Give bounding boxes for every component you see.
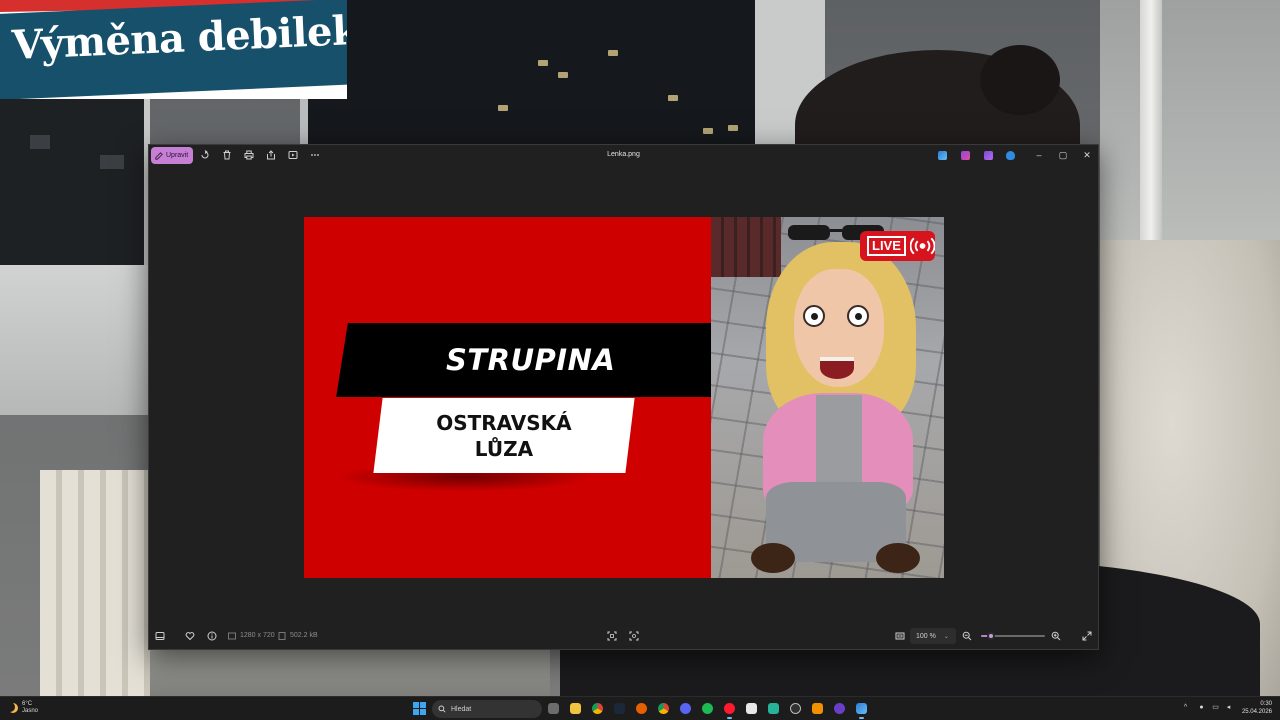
file-explorer-icon[interactable] (570, 703, 581, 714)
brick-wall (711, 217, 781, 277)
obs-icon[interactable] (790, 703, 801, 714)
tray-overflow-icon[interactable]: ^ (1181, 703, 1190, 712)
file-size: 502.2 kB (290, 632, 318, 639)
cartoon-eye-left (803, 305, 825, 327)
chrome-icon[interactable] (592, 703, 603, 714)
steam-icon[interactable] (614, 703, 625, 714)
designer-app-icon[interactable] (938, 151, 947, 160)
taskbar: 6°C Jasno Hledat ^ ● ▭ ◂ 0:30 25.04.2026 (0, 696, 1280, 720)
live-badge-label: LIVE (867, 236, 906, 256)
status-bar: 1280 x 720 502.2 kB 100 % ⌄ (149, 623, 1098, 649)
broadcast-icon (909, 237, 935, 255)
info-icon[interactable] (207, 631, 217, 641)
clock-time: 0:30 (1260, 701, 1272, 707)
zoom-slider[interactable] (981, 632, 1045, 640)
radiator (40, 470, 150, 700)
floor (150, 650, 550, 700)
actual-size-icon[interactable] (629, 631, 639, 641)
microphone-icon[interactable]: ● (1197, 703, 1206, 712)
network-icon[interactable]: ▭ (1211, 703, 1220, 712)
minimize-button[interactable]: – (1033, 149, 1045, 161)
volume-icon[interactable]: ◂ (1224, 703, 1233, 712)
thumbnail-subtitle: OSTRAVSKÁ LŮZA (419, 410, 589, 462)
thumbnail-title: STRUPINA (446, 343, 616, 377)
zoom-level-value: 100 % (916, 632, 936, 640)
vlc-icon[interactable] (812, 703, 823, 714)
chat-app-icon[interactable] (768, 703, 779, 714)
thumbnail-subtitle-band: OSTRAVSKÁ LŮZA (373, 398, 635, 473)
image-dimensions: 1280 x 720 (240, 632, 275, 639)
clipchamp-app-icon[interactable] (961, 151, 970, 160)
live-badge: LIVE (860, 231, 935, 261)
chevron-down-icon: ⌄ (943, 633, 949, 640)
cartoon-mouth (820, 357, 854, 379)
subtitle-line-2: LŮZA (474, 436, 534, 461)
taskbar-search[interactable]: Hledat (432, 700, 542, 718)
fullscreen-icon[interactable] (1082, 631, 1092, 641)
thumbnail-title-band: STRUPINA (336, 323, 726, 397)
weather-text: 6°C Jasno (22, 701, 38, 715)
zoom-in-icon[interactable] (1051, 631, 1061, 641)
firefox-icon[interactable] (636, 703, 647, 714)
weather-condition: Jasno (22, 708, 39, 714)
maximize-button[interactable]: ▢ (1057, 149, 1069, 161)
media-player-icon[interactable] (834, 703, 845, 714)
image-size-icon (227, 631, 237, 641)
thumbnail-red-panel: STRUPINA OSTRAVSKÁ LŮZA (304, 217, 726, 578)
zoom-slider-thumb[interactable] (986, 632, 995, 640)
clock-date: 25.04.2026 (1241, 709, 1272, 715)
onedrive-icon[interactable] (1006, 151, 1015, 160)
favorite-icon[interactable] (185, 631, 195, 641)
spotify-icon[interactable] (702, 703, 713, 714)
discord-icon[interactable] (680, 703, 691, 714)
taskbar-clock[interactable]: 0:30 25.04.2026 (1240, 700, 1272, 716)
file-size-icon (277, 631, 287, 641)
window-sill (0, 265, 150, 415)
cartoon-illustration: LIVE (711, 217, 944, 578)
start-button[interactable] (413, 702, 426, 715)
zoom-out-icon[interactable] (962, 631, 972, 641)
night-window (300, 0, 760, 145)
stream-title-banner: Výměna debilek (0, 0, 347, 99)
subtitle-line-1: OSTRAVSKÁ (436, 410, 572, 435)
capcut-icon[interactable] (746, 703, 757, 714)
photos-window[interactable]: Upravit Lenka.png – ▢ ✕ STRUPINA OSTRAVS… (148, 144, 1099, 650)
search-icon (438, 705, 446, 713)
cartoon-eye-right (847, 305, 869, 327)
task-view-icon[interactable] (548, 703, 559, 714)
image-canvas[interactable]: STRUPINA OSTRAVSKÁ LŮZA LIVE (304, 217, 944, 578)
fit-window-icon[interactable] (895, 631, 905, 641)
left-window (0, 95, 150, 275)
filmstrip-icon[interactable] (155, 631, 165, 641)
right-wall (1100, 0, 1280, 260)
chrome-alt-icon[interactable] (658, 703, 669, 714)
cartoon-shoe-left (751, 543, 795, 573)
cartoon-shoe-right (876, 543, 920, 573)
fit-icon[interactable] (607, 631, 617, 641)
opera-icon[interactable] (724, 703, 735, 719)
window-title: Lenka.png (607, 151, 640, 158)
title-bar[interactable]: Upravit Lenka.png – ▢ ✕ (149, 145, 1098, 167)
weather-temp: 6°C (22, 701, 33, 707)
person-hair-bun (980, 45, 1060, 115)
photos-app-icon[interactable] (856, 703, 867, 719)
search-placeholder: Hledat (451, 705, 472, 713)
weather-widget[interactable]: 6°C Jasno (8, 701, 38, 715)
zoom-level-select[interactable]: 100 % ⌄ (910, 628, 956, 644)
heating-pipe (1140, 0, 1162, 250)
close-button[interactable]: ✕ (1081, 149, 1093, 161)
paint-app-icon[interactable] (984, 151, 993, 160)
moon-icon (8, 703, 18, 713)
